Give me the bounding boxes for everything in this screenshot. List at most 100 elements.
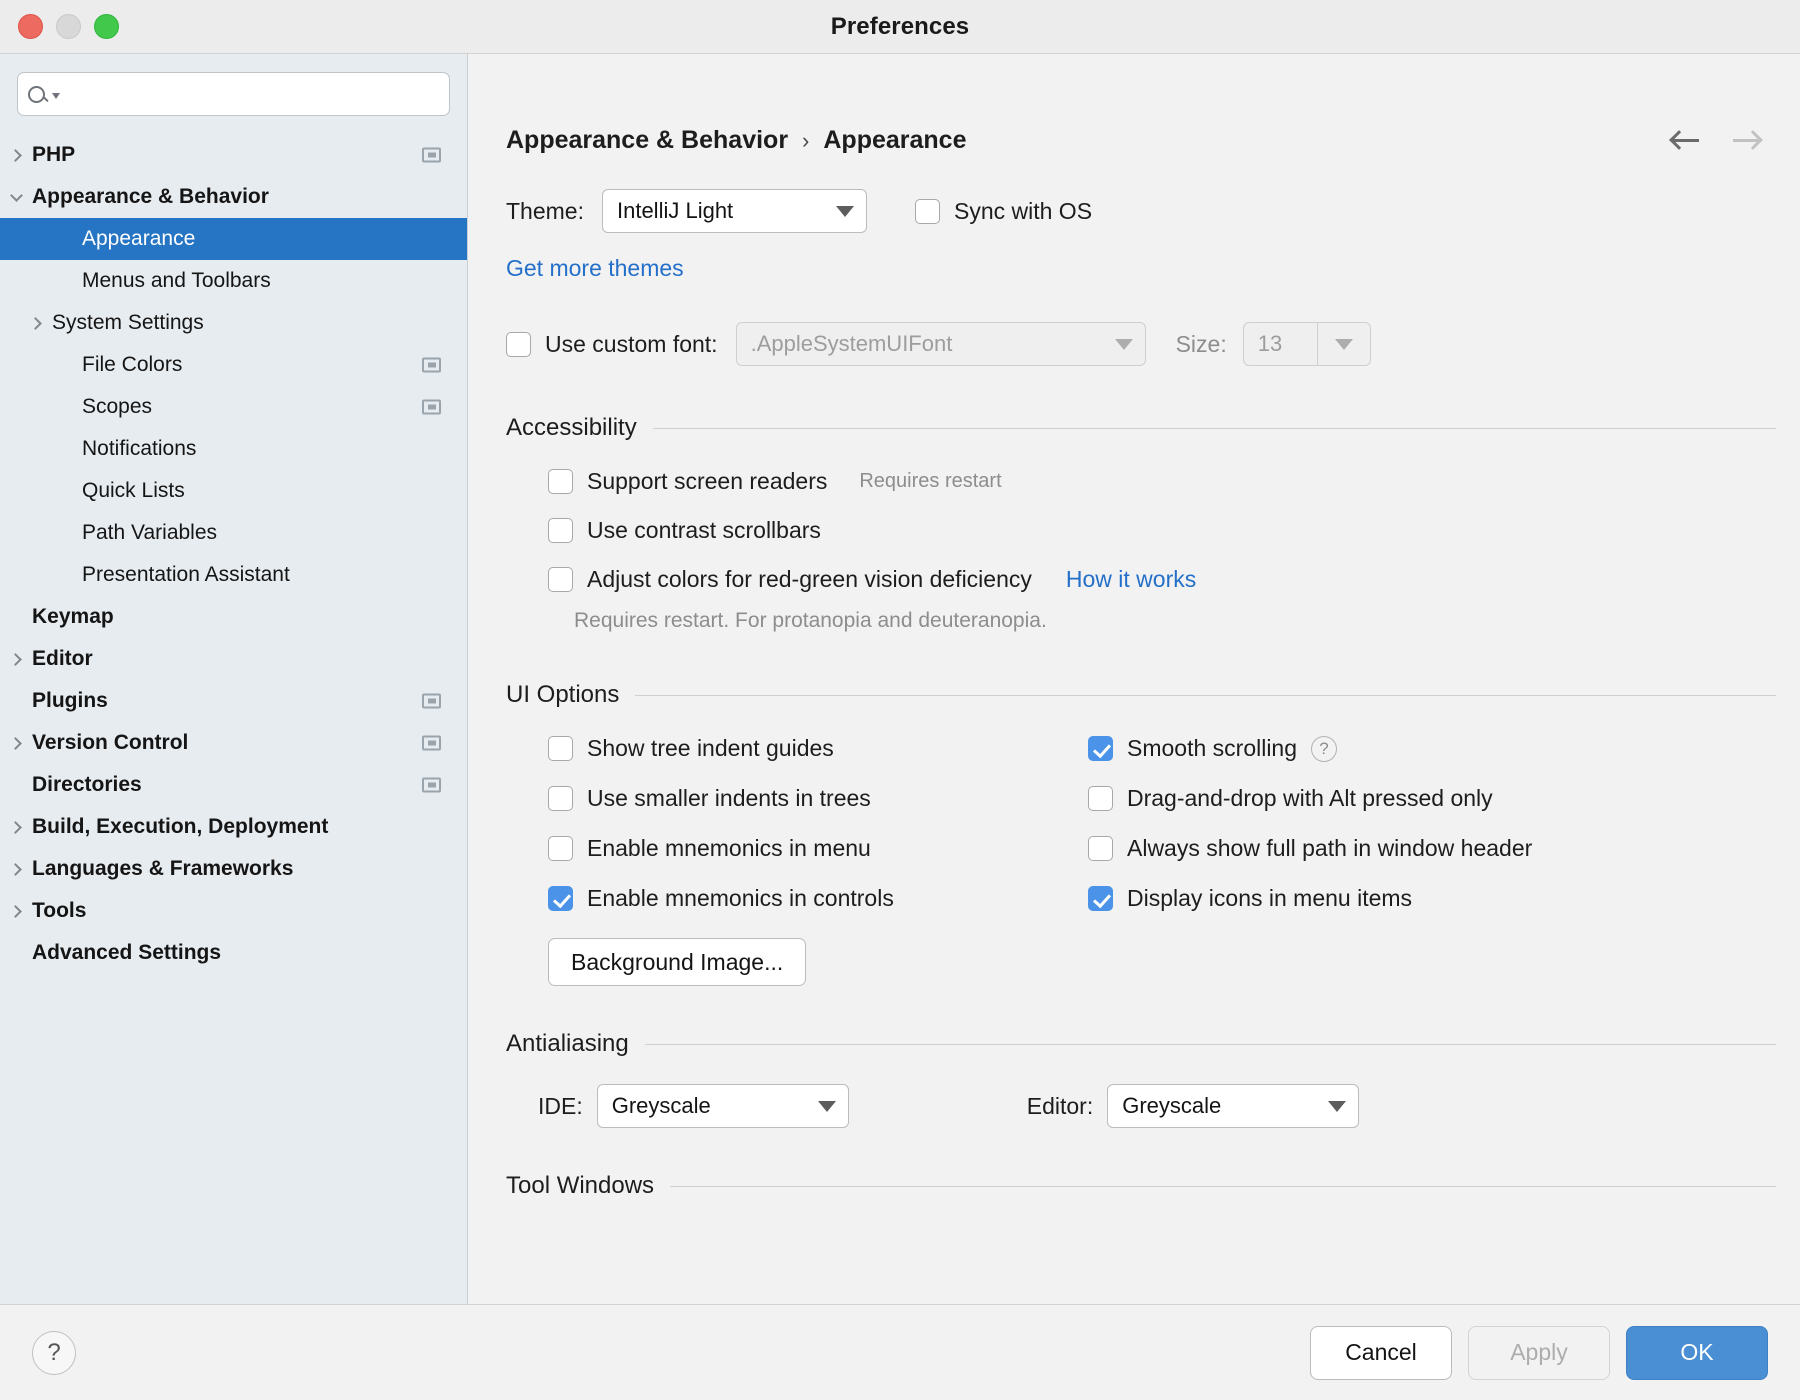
font-size-value: 13: [1244, 323, 1318, 365]
dialog-body: PHPAppearance & BehaviorAppearanceMenus …: [0, 54, 1800, 1304]
show-tree-indent-guides-box: [548, 736, 573, 761]
use-smaller-indents-checkbox[interactable]: Use smaller indents in trees: [548, 785, 1088, 812]
sidebar-item-quick-lists[interactable]: Quick Lists: [0, 470, 467, 512]
ide-antialiasing-label: IDE:: [538, 1093, 583, 1120]
adjust-colors-box: [548, 567, 573, 592]
adjust-colors-checkbox[interactable]: Adjust colors for red-green vision defic…: [548, 566, 1032, 593]
sync-with-os-checkbox[interactable]: Sync with OS: [915, 198, 1092, 225]
sidebar-item-menus-and-toolbars[interactable]: Menus and Toolbars: [0, 260, 467, 302]
accessibility-section-header: Accessibility: [506, 414, 1800, 442]
ui-options-left-column: Show tree indent guides Use smaller inde…: [548, 735, 1088, 986]
smooth-scrolling-checkbox[interactable]: Smooth scrolling ?: [1088, 735, 1532, 762]
use-smaller-indents-box: [548, 786, 573, 811]
chevron-right-icon[interactable]: [4, 865, 28, 874]
sidebar-item-notifications[interactable]: Notifications: [0, 428, 467, 470]
project-scope-icon: [422, 736, 441, 751]
sidebar-item-system-settings[interactable]: System Settings: [0, 302, 467, 344]
breadcrumb-parent[interactable]: Appearance & Behavior: [506, 126, 788, 155]
accessibility-title: Accessibility: [506, 414, 637, 442]
enable-mnemonics-controls-label: Enable mnemonics in controls: [587, 885, 894, 912]
chevron-right-icon[interactable]: [24, 319, 48, 328]
sidebar-item-label: Path Variables: [82, 521, 217, 545]
chevron-right-icon[interactable]: [4, 151, 28, 160]
sidebar-item-languages-frameworks[interactable]: Languages & Frameworks: [0, 848, 467, 890]
section-divider: [635, 695, 1776, 696]
sidebar-item-presentation-assistant[interactable]: Presentation Assistant: [0, 554, 467, 596]
search-icon: [28, 86, 60, 103]
sidebar-item-directories[interactable]: Directories: [0, 764, 467, 806]
settings-tree: PHPAppearance & BehaviorAppearance Menus …: [0, 134, 467, 974]
antialiasing-section-header: Antialiasing: [506, 1030, 1800, 1058]
settings-detail-pane: Appearance & Behavior › Appearance Theme…: [468, 54, 1800, 1304]
theme-select-value: IntelliJ Light: [617, 198, 733, 224]
tool-windows-title: Tool Windows: [506, 1172, 654, 1200]
antialiasing-row: IDE: Greyscale Editor: Greyscale: [538, 1084, 1800, 1128]
ide-antialiasing-select[interactable]: Greyscale: [597, 1084, 849, 1128]
help-icon[interactable]: ?: [32, 1331, 76, 1375]
sidebar-item-path-variables[interactable]: Path Variables: [0, 512, 467, 554]
drag-and-drop-alt-checkbox[interactable]: Drag-and-drop with Alt pressed only: [1088, 785, 1532, 812]
apply-button[interactable]: Apply: [1468, 1326, 1610, 1380]
font-size-stepper[interactable]: 13: [1243, 322, 1371, 366]
custom-font-select[interactable]: .AppleSystemUIFont: [736, 322, 1146, 366]
sidebar-item-version-control[interactable]: Version Control: [0, 722, 467, 764]
arrow-left-icon[interactable]: [1670, 128, 1702, 152]
theme-select[interactable]: IntelliJ Light: [602, 189, 867, 233]
enable-mnemonics-controls-box: [548, 886, 573, 911]
always-show-full-path-checkbox[interactable]: Always show full path in window header: [1088, 835, 1532, 862]
show-tree-indent-guides-checkbox[interactable]: Show tree indent guides: [548, 735, 1088, 762]
help-icon[interactable]: ?: [1311, 736, 1337, 762]
sidebar-item-appearance-behavior[interactable]: Appearance & Behavior: [0, 176, 467, 218]
editor-antialiasing-select[interactable]: Greyscale: [1107, 1084, 1359, 1128]
sidebar-item-php[interactable]: PHP: [0, 134, 467, 176]
support-screen-readers-box: [548, 469, 573, 494]
sidebar-item-label: Menus and Toolbars: [82, 269, 271, 293]
background-image-button[interactable]: Background Image...: [548, 938, 806, 986]
sidebar-item-file-colors[interactable]: File Colors: [0, 344, 467, 386]
chevron-right-icon[interactable]: [4, 907, 28, 916]
font-size-dropdown-button[interactable]: [1318, 323, 1370, 365]
sidebar-item-label: Quick Lists: [82, 479, 185, 503]
sidebar-item-tools[interactable]: Tools: [0, 890, 467, 932]
arrow-right-icon[interactable]: [1730, 128, 1762, 152]
sidebar-item-advanced-settings[interactable]: Advanced Settings: [0, 932, 467, 974]
use-custom-font-checkbox[interactable]: Use custom font:: [506, 331, 718, 358]
sidebar-item-build-execution-deployment[interactable]: Build, Execution, Deployment: [0, 806, 467, 848]
sidebar-item-label: Keymap: [32, 605, 114, 629]
editor-antialiasing-value: Greyscale: [1122, 1093, 1221, 1119]
theme-row: Theme: IntelliJ Light Sync with OS: [506, 189, 1800, 233]
project-scope-icon: [422, 778, 441, 793]
drag-and-drop-alt-box: [1088, 786, 1113, 811]
support-screen-readers-checkbox[interactable]: Support screen readers: [548, 468, 827, 495]
custom-font-value: .AppleSystemUIFont: [751, 331, 953, 357]
chevron-down-icon[interactable]: [4, 194, 28, 200]
sidebar-item-keymap[interactable]: Keymap: [0, 596, 467, 638]
chevron-right-icon[interactable]: [4, 655, 28, 664]
enable-mnemonics-menu-checkbox[interactable]: Enable mnemonics in menu: [548, 835, 1088, 862]
smooth-scrolling-box: [1088, 736, 1113, 761]
use-contrast-scrollbars-checkbox[interactable]: Use contrast scrollbars: [548, 517, 821, 544]
sync-with-os-box: [915, 199, 940, 224]
chevron-right-icon[interactable]: [4, 739, 28, 748]
sidebar-item-scopes[interactable]: Scopes: [0, 386, 467, 428]
ok-button[interactable]: OK: [1626, 1326, 1768, 1380]
font-size-label: Size:: [1176, 331, 1227, 358]
project-scope-icon: [422, 400, 441, 415]
search-box[interactable]: [17, 72, 450, 116]
display-icons-menu-checkbox[interactable]: Display icons in menu items: [1088, 885, 1532, 912]
search-input[interactable]: [66, 84, 439, 105]
custom-font-row: Use custom font: .AppleSystemUIFont Size…: [506, 322, 1800, 366]
use-contrast-scrollbars-label: Use contrast scrollbars: [587, 517, 821, 544]
settings-sidebar: PHPAppearance & BehaviorAppearance Menus …: [0, 54, 468, 1304]
sidebar-item-appearance[interactable]: Appearance: [0, 218, 467, 260]
enable-mnemonics-controls-checkbox[interactable]: Enable mnemonics in controls: [548, 885, 1088, 912]
title-bar: Preferences: [0, 0, 1800, 54]
chevron-right-icon[interactable]: [4, 823, 28, 832]
cancel-button[interactable]: Cancel: [1310, 1326, 1452, 1380]
how-it-works-link[interactable]: How it works: [1066, 566, 1196, 593]
sidebar-item-plugins[interactable]: Plugins: [0, 680, 467, 722]
chevron-down-icon: [1328, 1101, 1346, 1112]
get-more-themes-link[interactable]: Get more themes: [506, 255, 684, 281]
display-icons-menu-box: [1088, 886, 1113, 911]
sidebar-item-editor[interactable]: Editor: [0, 638, 467, 680]
